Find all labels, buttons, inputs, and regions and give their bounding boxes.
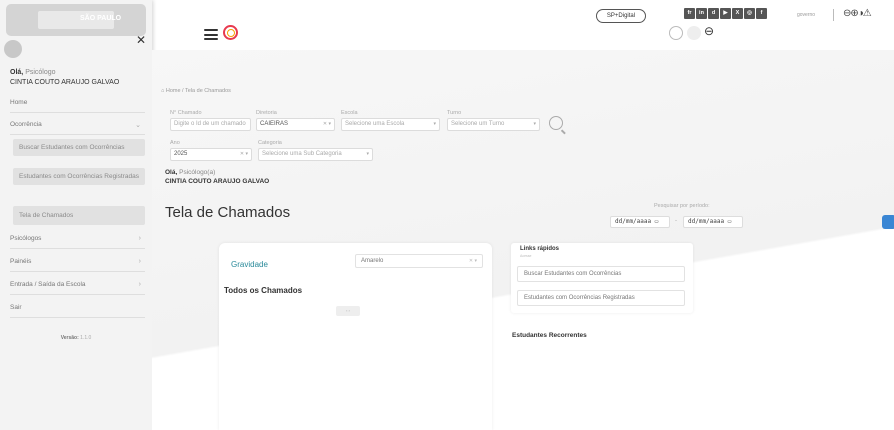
logout-icon[interactable]: ⊖ [704, 24, 714, 38]
diretoria-select[interactable]: CAIEIRAS ✕ ▾ [256, 118, 335, 131]
ano-label: Ano [170, 140, 180, 146]
chevron-right-icon: › [138, 281, 141, 288]
todos-chamados-title: Todos os Chamados [224, 286, 303, 295]
instagram-icon[interactable]: ◎ [744, 8, 755, 19]
chevron-down-icon: ▾ [433, 121, 436, 127]
sidebar-greeting: Olá, Psicólogo [10, 69, 56, 76]
categoria-select[interactable]: Selecione uma Sub Categoria ▾ [258, 148, 373, 161]
links-rapidos-subtitle: Acesse [520, 254, 532, 258]
linkedin-icon[interactable]: in [696, 8, 707, 19]
x-icon[interactable]: X [732, 8, 743, 19]
chamado-input[interactable]: Digite o Id de um chamado [170, 118, 251, 131]
accessibility-icons[interactable]: ⊖⊕◑⚠ [843, 8, 872, 19]
sidebar-item-psicologos[interactable]: Psicólogos › [10, 229, 145, 249]
diretoria-label: Diretoria [256, 110, 277, 116]
youtube-icon[interactable]: ▶ [720, 8, 731, 19]
search-icon[interactable] [549, 116, 563, 130]
sp-digital-badge[interactable]: SP+Digital [596, 9, 646, 23]
header-divider [833, 9, 834, 21]
user-avatar[interactable] [687, 26, 701, 40]
menu-icon[interactable] [204, 29, 218, 40]
sidebar-item-paineis[interactable]: Painéis › [10, 252, 145, 272]
sidebar-subitem-buscar-estudantes[interactable]: Buscar Estudantes com Ocorrências [13, 139, 145, 156]
date-separator: - [675, 218, 677, 224]
ano-select[interactable]: 2025 ✕ ▾ [170, 148, 252, 161]
chevron-down-icon: ⌄ [135, 121, 141, 129]
flickr-icon[interactable]: fr [684, 8, 695, 19]
version-info: Versão: 1.1.0 [60, 335, 92, 341]
escola-label: Escola [341, 110, 358, 116]
turno-select[interactable]: Selecione um Turno ▾ [447, 118, 540, 131]
brand-logo-icon [223, 25, 238, 40]
page-title: Tela de Chamados [165, 204, 291, 221]
chevron-down-icon: ▾ [533, 121, 536, 127]
turno-label: Turno [447, 110, 462, 116]
floating-action-button[interactable] [882, 215, 894, 229]
governo-text: governo [797, 12, 816, 18]
sidebar-item-ocorrencia[interactable]: Ocorrência ⌄ [10, 115, 145, 135]
link-buscar-estudantes[interactable]: Buscar Estudantes com Ocorrências [517, 266, 685, 282]
start-date-input[interactable]: dd/mm/aaaa ▭ [610, 216, 670, 228]
sidebar-subitem-estudantes-registradas[interactable]: Estudantes com Ocorrências Registradas [13, 168, 145, 185]
avatar-icon [4, 40, 22, 58]
gravidade-select[interactable]: Amarelo ✕ ▾ [355, 254, 483, 268]
main-greeting: Olá, Psicólogo(a) [165, 169, 216, 176]
search-user-icon[interactable] [669, 26, 683, 40]
sidebar: SÃO PAULO ✕ Olá, Psicólogo CINTIA COUTO … [0, 0, 152, 430]
social-links: fr in d ▶ X ◎ f [684, 8, 767, 19]
sidebar-item-sair[interactable]: Sair [10, 298, 145, 318]
chevron-down-icon: ✕ ▾ [468, 258, 477, 264]
logo-area: SÃO PAULO [6, 4, 146, 36]
pagination[interactable]: ‹ › [336, 306, 360, 316]
escola-select[interactable]: Selecione uma Escola ▾ [341, 118, 440, 131]
chevron-down-icon: ✕ ▾ [239, 151, 248, 157]
chevron-right-icon: › [138, 235, 141, 242]
logo-text: SÃO PAULO [80, 15, 122, 22]
chamados-card [219, 243, 492, 430]
close-icon[interactable]: ✕ [136, 34, 146, 46]
chevron-right-icon: › [138, 258, 141, 265]
categoria-label: Categoria [258, 140, 282, 146]
chamado-label: N° Chamado [170, 110, 202, 116]
tiktok-icon[interactable]: d [708, 8, 719, 19]
links-rapidos-title: Links rápidos [520, 246, 560, 252]
period-label: Pesquisar por período: [654, 203, 710, 209]
chevron-down-icon: ▾ [366, 151, 369, 157]
sidebar-item-entrada-saida[interactable]: Entrada / Saída da Escola › [10, 275, 145, 295]
sidebar-item-home[interactable]: Home [10, 93, 145, 113]
breadcrumb: ⌂ Home / Tela de Chamados [161, 88, 231, 94]
main-user-name: CINTIA COUTO ARAUJO GALVAO [165, 178, 270, 185]
end-date-input[interactable]: dd/mm/aaaa ▭ [683, 216, 743, 228]
estudantes-recorrentes-title: Estudantes Recorrentes [512, 332, 587, 339]
gravidade-label: Gravidade [231, 260, 268, 269]
chevron-down-icon: ✕ ▾ [322, 121, 331, 127]
link-estudantes-registradas[interactable]: Estudantes com Ocorrências Registradas [517, 290, 685, 306]
facebook-icon[interactable]: f [756, 8, 767, 19]
sidebar-user-name: CINTIA COUTO ARAUJO GALVAO [10, 79, 120, 86]
sidebar-subitem-tela-chamados[interactable]: Tela de Chamados [13, 206, 145, 225]
